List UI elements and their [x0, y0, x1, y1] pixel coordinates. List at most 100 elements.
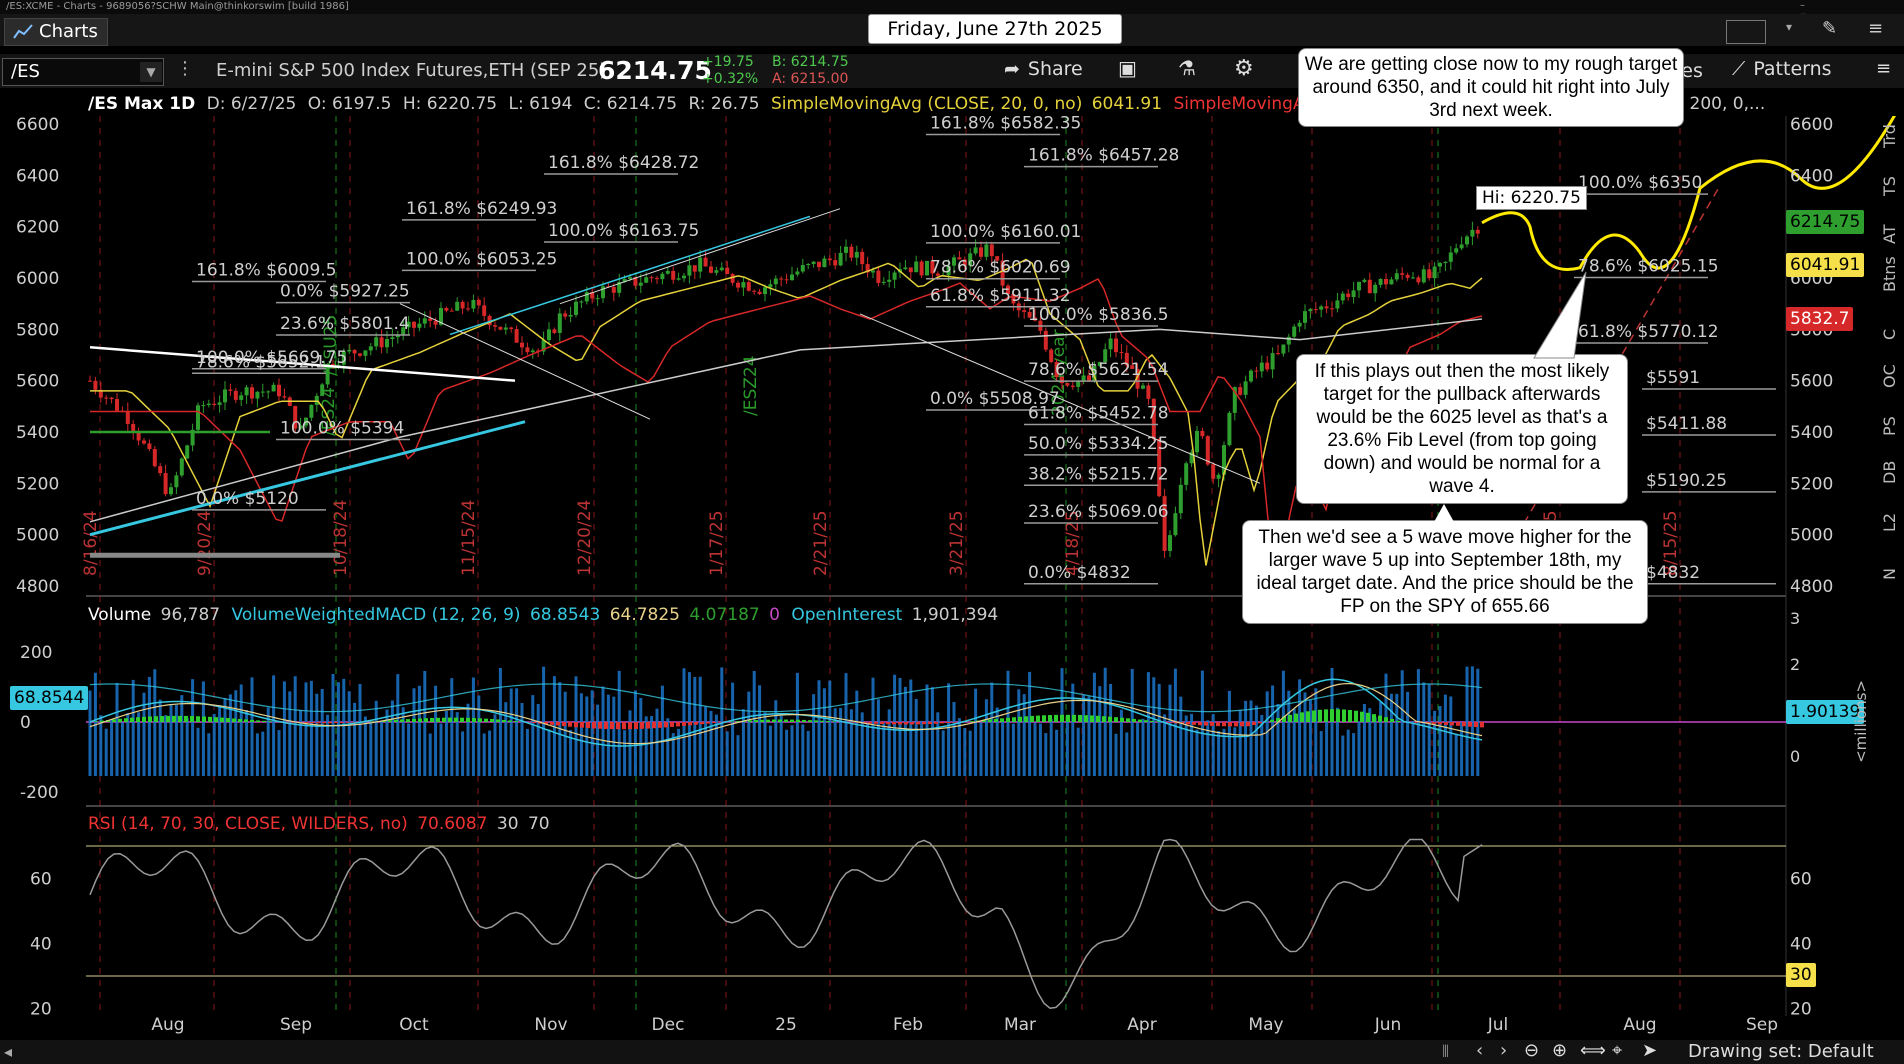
fib-level-label: 78.6% $5652.1	[196, 352, 326, 372]
fib-level-label: 38.2% $5215.72	[1028, 464, 1169, 484]
right-tab-n[interactable]: N	[1880, 540, 1904, 580]
candle-body	[719, 267, 724, 271]
candle-body	[876, 270, 881, 283]
scroll-right-arrow-icon[interactable]: ›	[1500, 1040, 1507, 1061]
candle-body	[925, 260, 929, 276]
zoom-out-icon[interactable]: ⊖	[1524, 1040, 1539, 1061]
candle-body	[595, 298, 600, 300]
symbol-dropdown-icon[interactable]: ▼	[140, 62, 162, 82]
ask-price: A: 6215.00	[772, 71, 849, 87]
link-icon[interactable]: ⋮	[176, 58, 194, 79]
scroll-left-icon[interactable]: ◂	[4, 1042, 12, 1061]
layout-dropdown-icon[interactable]: ▾	[1786, 20, 1792, 34]
right-tab-at[interactable]: AT	[1880, 204, 1904, 244]
rsi-axis-label-right: 40	[1790, 935, 1812, 955]
candle-body	[196, 405, 200, 430]
candle-body	[1438, 263, 1442, 267]
candle-body	[827, 258, 832, 261]
right-tab-btns[interactable]: Btns	[1880, 252, 1904, 292]
candle-body	[1200, 430, 1205, 437]
candle-body	[1070, 385, 1075, 387]
chart-settings-icon[interactable]: ▣	[1118, 56, 1137, 80]
fib-level-label: 78.6% $6025.15	[1578, 257, 1719, 277]
fib-level-label: 100.0% $6163.75	[548, 221, 699, 241]
right-tab-oc[interactable]: OC	[1880, 348, 1904, 388]
rsi-lo: 30	[496, 814, 519, 834]
patterns-button[interactable]: ⟋ Patterns	[1732, 58, 1832, 80]
bid-price: B: 6214.75	[772, 54, 849, 70]
candle-body	[1281, 344, 1286, 354]
candle-body	[255, 391, 260, 399]
chart-symbol-period: /ES Max 1D	[88, 94, 196, 114]
candle-body	[158, 466, 163, 474]
right-tab-l2[interactable]: L2	[1880, 492, 1904, 532]
layout-box[interactable]	[1726, 20, 1766, 44]
right-tab-trd[interactable]: Trd	[1880, 108, 1904, 148]
gear-icon[interactable]: ⚙	[1234, 56, 1254, 81]
candle-body	[320, 384, 325, 396]
ohlc-low: L: 6194	[508, 94, 573, 114]
fib-level-label: 161.8% $6428.72	[548, 153, 699, 173]
candle-body	[1292, 326, 1297, 337]
window-title: /ES:XCME - Charts - 9689056?SCHW Main@th…	[6, 1, 349, 12]
candle-body	[1357, 281, 1361, 291]
candle-body	[1043, 330, 1048, 350]
candle-body	[655, 278, 659, 280]
volume-label[interactable]: Volume	[88, 605, 151, 625]
share-button[interactable]: ➦ Share	[1004, 58, 1083, 84]
candle-body	[698, 257, 703, 272]
oi-label[interactable]: OpenInterest	[791, 605, 902, 625]
candle-body	[244, 387, 249, 396]
candle-body	[1173, 513, 1178, 536]
candle-body	[984, 244, 989, 257]
candle-body	[514, 329, 519, 343]
window-controls[interactable]: – ▫ ✕	[1800, 0, 1900, 33]
fib-level-label: 0.0% $4832	[1028, 563, 1131, 583]
candle-body	[784, 279, 789, 281]
cursor-icon[interactable]: ➤	[1642, 1040, 1657, 1061]
candle-body	[266, 391, 271, 393]
candle-body	[147, 443, 152, 450]
right-tab-db[interactable]: DB	[1880, 444, 1904, 484]
candle-body	[466, 308, 470, 310]
candle-body	[763, 287, 767, 295]
right-tab-ts[interactable]: TS	[1880, 156, 1904, 196]
sma20-label[interactable]: SimpleMovingAvg (CLOSE, 20, 0, no)	[771, 94, 1082, 114]
study-header: /ES Max 1D D: 6/27/25 O: 6197.5 H: 6220.…	[88, 92, 1381, 116]
menu-icon[interactable]: ≡	[1868, 18, 1883, 39]
candle-body	[1313, 309, 1318, 311]
tab-charts[interactable]: Charts	[4, 18, 108, 46]
candle-body	[169, 487, 173, 495]
candle-body	[460, 301, 465, 309]
scroll-left-arrow-icon[interactable]: ‹	[1476, 1040, 1483, 1061]
crosshair-icon[interactable]: ⌖	[1612, 1040, 1622, 1061]
pin-icon[interactable]: ✎	[1822, 18, 1837, 39]
fit-icon[interactable]: ⟺	[1580, 1040, 1606, 1061]
ohlc-range: R: 26.75	[688, 94, 760, 114]
candle-body	[379, 337, 384, 348]
candle-body	[563, 313, 568, 317]
ohlc-close: C: 6214.75	[583, 94, 678, 114]
candle-body	[822, 258, 827, 268]
vwmacd-label[interactable]: VolumeWeightedMACD (12, 26, 9)	[232, 605, 521, 625]
toolbar-more-icon[interactable]: ≡	[1876, 58, 1891, 79]
right-tab-c[interactable]: C	[1880, 300, 1904, 340]
zoom-in-icon[interactable]: ⊕	[1552, 1040, 1567, 1061]
flask-icon[interactable]: ⚗	[1178, 56, 1196, 80]
scrollbar-handle[interactable]: ⦀	[1442, 1042, 1449, 1062]
rsi-label[interactable]: RSI (14, 70, 30, CLOSE, WILDERS, no)	[88, 814, 408, 834]
right-tab-ps[interactable]: PS	[1880, 396, 1904, 436]
candle-body	[871, 270, 875, 273]
sma-red-tag: 5832.7	[1786, 307, 1854, 331]
candle-body	[660, 273, 665, 280]
candle-body	[1335, 300, 1340, 309]
candle-body	[806, 263, 811, 266]
rsi-axis-label: 60	[30, 870, 52, 890]
vertical-date-label: 11/15/24	[459, 500, 479, 576]
candle-body	[115, 399, 119, 411]
candle-body	[557, 313, 562, 333]
rsi-axis-label: 40	[30, 935, 52, 955]
vwmacd-value: 68.8543	[529, 605, 601, 625]
candle-body	[1227, 412, 1232, 446]
drawing-set-label[interactable]: Drawing set: Default	[1688, 1041, 1874, 1062]
